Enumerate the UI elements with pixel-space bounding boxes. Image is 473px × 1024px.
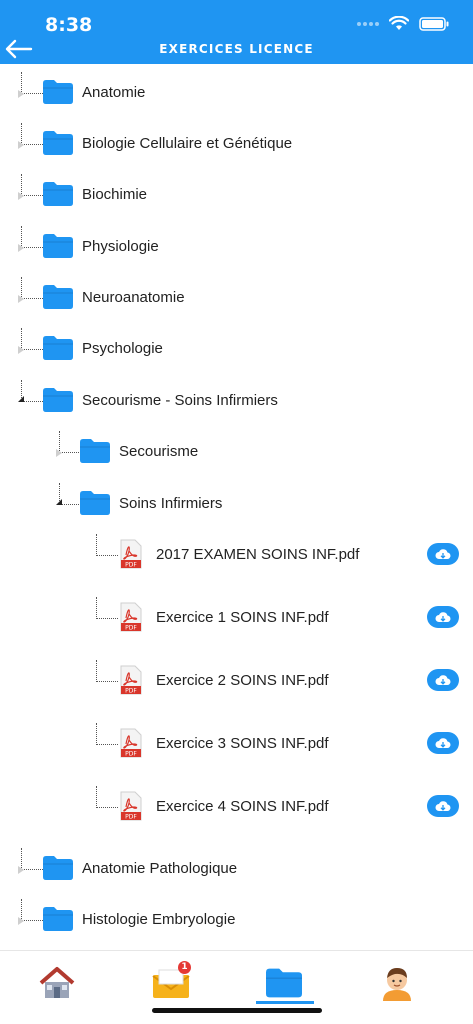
- folder-label: Psychologie: [82, 340, 163, 357]
- folder-label: Biochimie: [82, 186, 148, 203]
- wifi-icon: [389, 16, 409, 30]
- file-label: Exercice 3 SOINS INF.pdf: [156, 735, 329, 752]
- app-header: 8:38 EXERCICES LICENCE: [0, 0, 473, 64]
- cloud-download-icon: [435, 675, 451, 686]
- expanded-triangle-icon[interactable]: [18, 396, 24, 402]
- folder-label: Physiologie: [82, 238, 159, 255]
- folder-icon: [43, 285, 73, 309]
- tree-folder-row[interactable]: Physiologie: [0, 226, 473, 266]
- pdf-file-icon: PDF: [120, 539, 142, 569]
- file-label: Exercice 4 SOINS INF.pdf: [156, 798, 329, 815]
- collapsed-triangle-icon[interactable]: [18, 866, 24, 874]
- folder-icon: [43, 234, 73, 258]
- folder-label: Anatomie: [82, 84, 146, 101]
- pdf-icon-text: PDF: [125, 814, 137, 821]
- signal-icon: [357, 21, 379, 26]
- tree-folder-row-expanded[interactable]: Soins Infirmiers: [0, 483, 473, 523]
- tree-file-row[interactable]: PDF Exercice 4 SOINS INF.pdf: [0, 786, 473, 826]
- collapsed-triangle-icon[interactable]: [18, 244, 24, 252]
- collapsed-triangle-icon[interactable]: [18, 346, 24, 354]
- collapsed-triangle-icon[interactable]: [18, 90, 24, 98]
- download-button[interactable]: [427, 606, 459, 628]
- tree-folder-row[interactable]: Biologie Cellulaire et Génétique: [0, 123, 473, 163]
- tree-folder-row[interactable]: Anatomie: [0, 72, 473, 112]
- tree-folder-row[interactable]: Anatomie Pathologique: [0, 848, 473, 888]
- folder-icon: [43, 336, 73, 360]
- active-tab-indicator: [256, 1001, 314, 1004]
- page-title: EXERCICES LICENCE: [159, 42, 314, 56]
- folder-label: Biologie Cellulaire et Génétique: [82, 135, 293, 152]
- pdf-icon-text: PDF: [125, 688, 137, 695]
- collapsed-triangle-icon[interactable]: [18, 141, 24, 149]
- folder-label: Anatomie Pathologique: [82, 860, 238, 877]
- collapsed-triangle-icon[interactable]: [18, 295, 24, 303]
- avatar-icon: [383, 968, 411, 1001]
- folder-label: Histologie Embryologie: [82, 911, 236, 928]
- download-button[interactable]: [427, 795, 459, 817]
- folder-icon: [43, 388, 73, 412]
- file-label: Exercice 2 SOINS INF.pdf: [156, 672, 329, 689]
- folder-label: Neuroanatomie: [82, 289, 185, 306]
- tab-folders[interactable]: [264, 963, 304, 1003]
- tree-folder-row[interactable]: Histologie Embryologie: [0, 899, 473, 939]
- status-time: 8:38: [45, 14, 93, 36]
- pdf-file-icon: PDF: [120, 602, 142, 632]
- pdf-icon-text: PDF: [125, 562, 137, 569]
- pdf-file-icon: PDF: [120, 791, 142, 821]
- folder-icon: [43, 182, 73, 206]
- cloud-download-icon: [435, 738, 451, 749]
- collapsed-triangle-icon[interactable]: [18, 917, 24, 925]
- home-icon: [39, 967, 75, 998]
- folder-label: Soins Infirmiers: [119, 495, 223, 512]
- download-button[interactable]: [427, 732, 459, 754]
- tree-folder-row[interactable]: Secourisme: [0, 431, 473, 471]
- tree-folder-row[interactable]: Biochimie: [0, 174, 473, 214]
- download-button[interactable]: [427, 543, 459, 565]
- folder-icon: [80, 439, 110, 463]
- tree-file-row[interactable]: PDF Exercice 2 SOINS INF.pdf: [0, 660, 473, 700]
- tree-folder-row[interactable]: Neuroanatomie: [0, 277, 473, 317]
- file-label: 2017 EXAMEN SOINS INF.pdf: [156, 546, 360, 563]
- pdf-file-icon: PDF: [120, 728, 142, 758]
- tab-profile[interactable]: [377, 963, 417, 1003]
- cloud-download-icon: [435, 612, 451, 623]
- expanded-triangle-icon[interactable]: [56, 499, 62, 505]
- folder-icon: [43, 856, 73, 880]
- collapsed-triangle-icon[interactable]: [56, 449, 62, 457]
- cloud-download-icon: [435, 801, 451, 812]
- folder-icon: [43, 907, 73, 931]
- tree-file-row[interactable]: PDF 2017 EXAMEN SOINS INF.pdf: [0, 534, 473, 574]
- file-tree: Anatomie Biologie Cellulaire et Génétiqu…: [0, 64, 473, 950]
- tab-messages[interactable]: 1: [151, 961, 191, 1003]
- folder-label: Secourisme - Soins Infirmiers: [82, 392, 278, 409]
- battery-icon: [419, 16, 449, 31]
- folder-icon: [80, 491, 110, 515]
- folder-icon: [43, 131, 73, 155]
- pdf-icon-text: PDF: [125, 625, 137, 632]
- status-icons: [357, 16, 449, 31]
- download-button[interactable]: [427, 669, 459, 691]
- cloud-download-icon: [435, 549, 451, 560]
- pdf-file-icon: PDF: [120, 665, 142, 695]
- file-label: Exercice 1 SOINS INF.pdf: [156, 609, 329, 626]
- tree-file-row[interactable]: PDF Exercice 3 SOINS INF.pdf: [0, 723, 473, 763]
- folder-label: Secourisme: [119, 443, 199, 460]
- collapsed-triangle-icon[interactable]: [18, 192, 24, 200]
- pdf-icon-text: PDF: [125, 751, 137, 758]
- tree-folder-row-expanded[interactable]: Secourisme - Soins Infirmiers: [0, 380, 473, 420]
- home-indicator: [152, 1008, 322, 1013]
- tree-folder-row[interactable]: Psychologie: [0, 328, 473, 368]
- tab-home[interactable]: [37, 963, 77, 1003]
- tree-file-row[interactable]: PDF Exercice 1 SOINS INF.pdf: [0, 597, 473, 637]
- notification-badge: 1: [178, 961, 191, 974]
- folder-icon: [43, 80, 73, 104]
- folder-icon: [266, 968, 302, 998]
